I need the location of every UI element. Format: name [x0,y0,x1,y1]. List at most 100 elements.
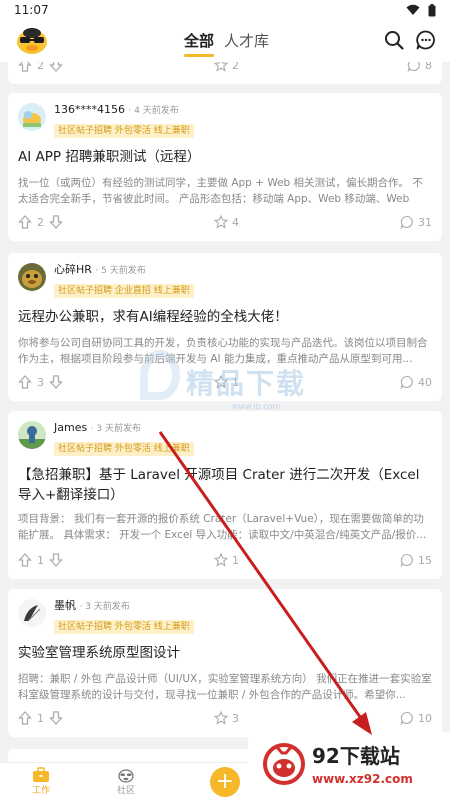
post-card-previous[interactable]: 2 2 8 [8,62,442,84]
post-tag: 社区帖子招聘 企业直招 线上兼职 [54,284,194,298]
download-site-logo-icon [263,743,305,785]
post-excerpt: 找一位（或两位）有经验的测试同学，主要做 App + Web 相关测试，偏长期合… [18,177,423,205]
add-post-button[interactable]: + [210,767,240,797]
comment-icon [407,62,420,72]
vote-group: 2 [18,215,63,229]
upvote-count: 2 [37,215,44,229]
star-icon [214,553,228,567]
avatar[interactable] [18,421,46,449]
star-count: 2 [232,62,239,72]
thumb-down-icon[interactable] [49,553,63,567]
post-tag: 社区帖子招聘 外包零活 线上兼职 [54,620,194,634]
author-name[interactable]: 136****4156 [54,103,125,116]
thumb-down-icon[interactable] [49,711,63,725]
author-line: 墨帆 · 3 天前发布 [54,599,194,614]
post-time: · 3 天前发布 [90,424,142,434]
post-excerpt: 项目背景： 我们有一套开源的报价系统 Crater（Laravel+Vue），现… [18,513,427,541]
download-site-url: www.xz92.com [312,772,413,786]
comment-icon [400,215,413,229]
duck-logo-icon[interactable] [14,24,50,56]
post-title[interactable]: 实验室管理系统原型图设计 [18,643,432,663]
post-title[interactable]: AI APP 招聘兼职测试（远程） [18,147,432,167]
vote-group: 3 [18,375,63,389]
tab-all[interactable]: 全部 [184,30,215,57]
vote-group: 2 [18,62,63,72]
comment-count: 10 [418,711,432,725]
comment-group[interactable]: 15 [400,553,432,567]
star-count: 1 [232,553,239,567]
post-card[interactable]: James · 3 天前发布 社区帖子招聘 外包零活 线上兼职 【急招兼职】基于… [8,411,442,579]
star-icon [214,711,228,725]
message-icon[interactable] [415,29,437,51]
author-name[interactable]: 心碎HR [54,263,92,276]
wifi-icon [406,4,420,15]
avatar[interactable] [18,599,46,627]
avatar[interactable] [18,263,46,291]
author-block: 墨帆 · 3 天前发布 社区帖子招聘 外包零活 线上兼职 [54,599,194,634]
nav-community-label: 社区 [117,786,136,796]
post-card[interactable]: 墨帆 · 3 天前发布 社区帖子招聘 外包零活 线上兼职 实验室管理系统原型图设… [8,589,442,737]
post-title[interactable]: 远程办公兼职，求有AI编程经验的全栈大佬！ [18,307,432,327]
comment-count: 40 [418,375,432,389]
post-title[interactable]: 【急招兼职】基于 Laravel 开源项目 Crater 进行二次开发（Exce… [18,465,432,505]
top-bar: 全部 人才库 [0,20,450,62]
comment-icon [400,375,413,389]
thumb-up-icon[interactable] [18,553,32,567]
comment-count: 15 [418,553,432,567]
post-header: 136****4156 · 4 天前发布 社区帖子招聘 外包零活 线上兼职 [18,103,194,138]
thumb-up-icon[interactable] [18,711,32,725]
comment-group[interactable]: 31 [400,215,432,229]
watermark-url: www.jb.com [232,402,281,411]
vote-group: 1 [18,553,63,567]
post-actions: 1 1 15 [18,553,432,567]
author-line: James · 3 天前发布 [54,421,194,436]
post-actions: 2 4 31 [18,215,432,229]
thumb-down-icon[interactable] [49,62,63,72]
post-time: · 3 天前发布 [79,602,130,612]
status-time: 11:07 [14,3,49,17]
star-icon [214,215,228,229]
star-group[interactable]: 1 [214,553,239,567]
search-icon[interactable] [383,29,405,51]
avatar[interactable] [18,103,46,131]
battery-icon [428,3,436,16]
nav-work[interactable]: 工作 [32,767,50,796]
post-feed[interactable]: 2 2 8 136****4156 · 4 天前发布 社区帖子招聘 外包零活 线… [0,62,450,762]
star-group[interactable]: 2 [214,62,239,72]
star-group[interactable]: 3 [214,711,239,725]
post-header: 墨帆 · 3 天前发布 社区帖子招聘 外包零活 线上兼职 [18,599,194,634]
upvote-count: 1 [37,711,44,725]
comment-group[interactable]: 40 [400,375,432,389]
thumb-up-icon[interactable] [18,215,32,229]
thumb-up-icon[interactable] [18,375,32,389]
comment-icon [400,711,413,725]
author-line: 136****4156 · 4 天前发布 [54,103,194,118]
post-header: 心碎HR · 5 天前发布 社区帖子招聘 企业直招 线上兼职 [18,263,194,298]
thumb-down-icon[interactable] [49,215,63,229]
author-name[interactable]: James [54,421,87,434]
star-count: 4 [232,215,239,229]
star-group[interactable]: 4 [214,215,239,229]
author-block: James · 3 天前发布 社区帖子招聘 外包零活 线上兼职 [54,421,194,456]
post-header: James · 3 天前发布 社区帖子招聘 外包零活 线上兼职 [18,421,194,456]
comment-group[interactable]: 8 [407,62,432,72]
upvote-count: 1 [37,553,44,567]
thumb-down-icon[interactable] [49,375,63,389]
nav-community[interactable]: 社区 [117,767,135,796]
post-time: · 4 天前发布 [128,106,179,116]
header-tabs: 全部 人才库 [184,30,269,57]
status-icons [406,3,436,17]
post-card[interactable]: 136****4156 · 4 天前发布 社区帖子招聘 外包零活 线上兼职 AI… [8,93,442,241]
comment-group[interactable]: 10 [400,711,432,725]
tab-talent-pool[interactable]: 人才库 [224,30,269,57]
nav-work-label: 工作 [32,786,51,796]
upvote-count: 3 [37,375,44,389]
download-site-title: 92下载站 [312,744,400,768]
author-name[interactable]: 墨帆 [54,599,76,612]
star-count: 3 [232,711,239,725]
post-tag: 社区帖子招聘 外包零活 线上兼职 [54,442,194,456]
post-tag: 社区帖子招聘 外包零活 线上兼职 [54,124,194,138]
comment-count: 8 [425,62,432,72]
post-actions: 1 3 10 [18,711,432,725]
thumb-up-icon[interactable] [18,62,32,72]
